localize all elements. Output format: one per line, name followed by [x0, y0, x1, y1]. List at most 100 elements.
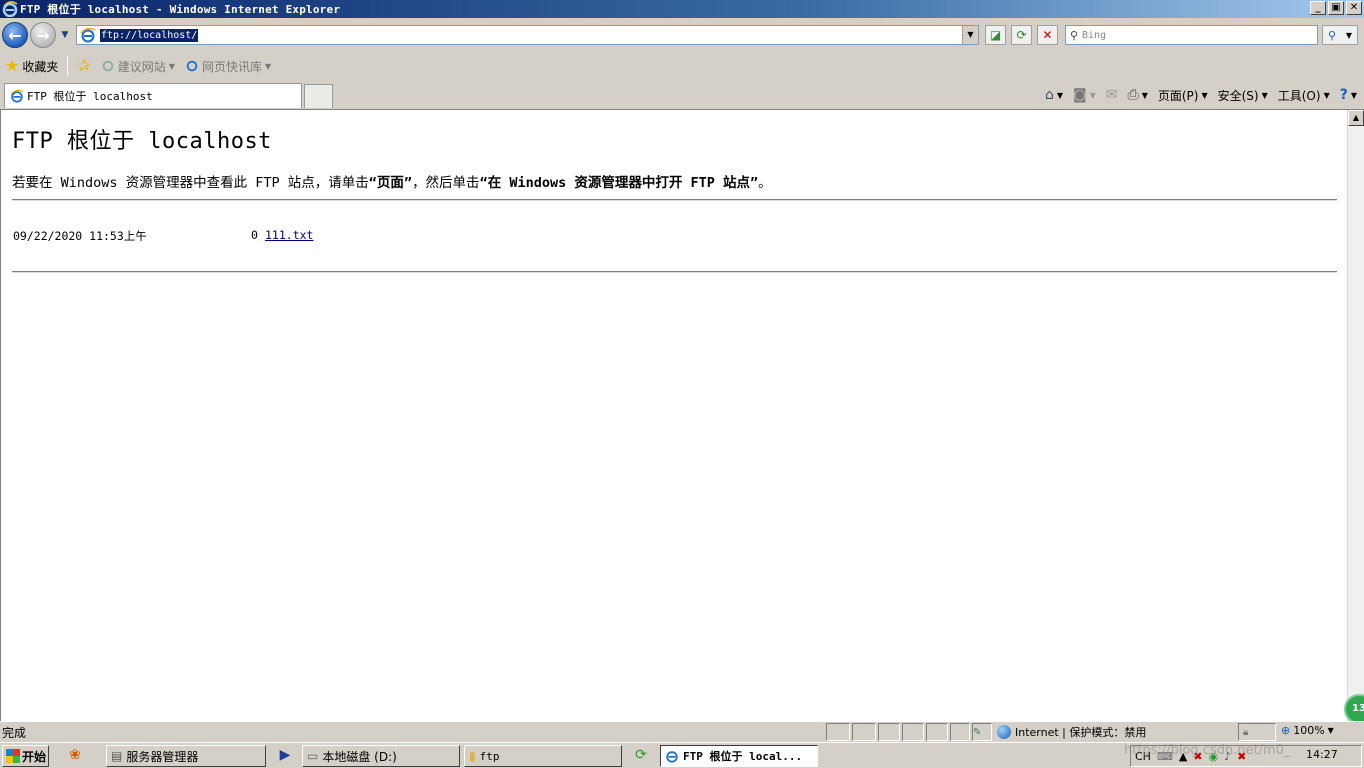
search-go-button[interactable]: ⚲ ▼	[1322, 25, 1358, 45]
favorites-separator	[67, 56, 69, 76]
instruction-middle: ，然后单击	[412, 175, 480, 191]
web-slice-gallery-button[interactable]: 网页快讯库 ▼	[180, 55, 276, 77]
tab-label: FTP 根位于 localhost	[27, 90, 153, 103]
search-field[interactable]: ⚲ Bing	[1065, 25, 1318, 45]
recent-pages-dropdown-icon[interactable]: ▼	[59, 30, 71, 40]
page-title: FTP 根位于 localhost	[12, 129, 272, 154]
search-options-dropdown-icon[interactable]: ▼	[1346, 31, 1352, 40]
taskbar-server-manager[interactable]: ▤ 服务器管理器	[106, 745, 266, 767]
forward-button[interactable]: →	[30, 22, 56, 48]
vertical-scrollbar[interactable]: ▲	[1347, 110, 1364, 721]
help-button[interactable]: ? ▼	[1337, 87, 1360, 103]
page-menu-label: 页面(P)	[1157, 88, 1199, 103]
suggested-sites-label: 建议网站	[117, 59, 166, 74]
status-panel	[852, 723, 876, 741]
file-list: 09/22/2020 11:53上午 0 111.txt	[12, 201, 1337, 271]
chevron-down-icon: ▼	[1056, 90, 1063, 100]
tab-bar: FTP 根位于 localhost ⌂ ▼ ◙ ▼ ✉ ⎙ ▼ 页面(P) ▼ 安全(S…	[0, 80, 1364, 109]
refresh-icon: ⟳	[1016, 28, 1027, 42]
lock-icon: 🔒︎	[1243, 727, 1249, 738]
read-mail-button[interactable]: ✉	[1103, 87, 1121, 103]
new-tab-button[interactable]	[304, 84, 333, 108]
tools-menu-label: 工具(O)	[1277, 88, 1321, 103]
window-title: FTP 根位于 localhost - Windows Internet Exp…	[20, 3, 341, 16]
address-field[interactable]: ftp://localhost/ ▼	[76, 25, 979, 45]
address-url[interactable]: ftp://localhost/	[100, 28, 199, 42]
stop-button[interactable]: ✕	[1037, 25, 1058, 45]
quick-launch-icon[interactable]: ❀	[66, 747, 84, 765]
add-to-favorites-bar-button[interactable]: ✰	[72, 55, 95, 77]
status-bar: 完成 ✎ Internet | 保护模式：禁用 🔒︎ ⊕ 100% ▼	[0, 721, 1364, 741]
chevron-down-icon: ▼	[1261, 90, 1268, 100]
powershell-glyph-icon: ▶	[279, 747, 291, 763]
page-menu-button[interactable]: 页面(P) ▼	[1155, 87, 1211, 104]
folder-icon: ▮	[469, 749, 476, 763]
zoom-icon: ⊕	[1281, 724, 1291, 737]
security-zone[interactable]: Internet | 保护模式：禁用	[997, 724, 1146, 740]
status-panel	[902, 723, 924, 741]
taskbar-ie-window[interactable]: FTP 根位于 local...	[660, 745, 818, 767]
status-panel	[950, 723, 970, 741]
zoom-control[interactable]: ⊕ 100% ▼	[1281, 724, 1334, 737]
page-viewport: FTP 根位于 localhost 若要在 Windows 资源管理器中查看此 …	[0, 109, 1364, 721]
search-icon: ⚲	[1069, 28, 1079, 42]
scroll-up-arrow-icon[interactable]: ▲	[1348, 110, 1364, 126]
file-link[interactable]: 111.txt	[265, 228, 313, 242]
safety-menu-button[interactable]: 安全(S) ▼	[1215, 87, 1271, 104]
add-favorite-icon: ✰	[77, 56, 91, 75]
close-window-button[interactable]: ✕	[1346, 1, 1362, 15]
navigation-bar: ← → ▼ ftp://localhost/ ▼ ◪ ⟳ ✕ ⚲ Bing ⚲ …	[0, 18, 1364, 52]
favorites-button[interactable]: ★ 收藏夹	[0, 55, 63, 77]
address-dropdown-icon[interactable]: ▼	[962, 26, 978, 44]
back-button[interactable]: ←	[2, 22, 28, 48]
ie-logo-icon	[2, 1, 18, 17]
colorful-app-icon: ❀	[69, 747, 81, 763]
maximize-button[interactable]: ▣	[1328, 1, 1344, 15]
instruction-open-term: “在 Windows 资源管理器中打开 FTP 站点”	[479, 175, 759, 191]
taskbar-label: FTP 根位于 local...	[683, 750, 803, 763]
status-panel	[826, 723, 850, 741]
bottom-divider	[12, 271, 1337, 273]
suggested-sites-button[interactable]: 建议网站 ▼	[96, 55, 180, 77]
home-button[interactable]: ⌂ ▼	[1042, 87, 1066, 103]
magnifier-icon: ⚲	[1327, 28, 1336, 42]
minimize-button[interactable]: _	[1310, 1, 1326, 15]
compat-icon: ◪	[989, 28, 1002, 42]
status-panel: ✎	[972, 723, 992, 741]
taskbar-ftp-folder[interactable]: ▮ ftp	[464, 745, 622, 767]
chevron-down-icon: ▼	[1201, 90, 1208, 100]
ftp-listing-page: FTP 根位于 localhost 若要在 Windows 资源管理器中查看此 …	[12, 123, 1337, 273]
green-cycle-icon: ⟳	[635, 747, 647, 763]
chevron-down-icon: ▼	[1323, 90, 1330, 100]
page-favicon-icon	[80, 27, 96, 43]
tab-ftp-localhost[interactable]: FTP 根位于 localhost	[4, 83, 302, 108]
refresh-app-icon[interactable]: ⟳	[632, 747, 650, 765]
instruction-text: 若要在 Windows 资源管理器中查看此 FTP 站点，请单击“页面”，然后单…	[12, 171, 1337, 191]
start-button[interactable]: 开始	[2, 745, 49, 767]
globe-icon	[997, 725, 1011, 739]
tools-menu-button[interactable]: 工具(O) ▼	[1275, 87, 1333, 104]
floating-badge[interactable]: 13	[1344, 694, 1364, 721]
status-panel	[878, 723, 900, 741]
chevron-down-icon: ▼	[1327, 726, 1334, 735]
refresh-button[interactable]: ⟳	[1011, 25, 1032, 45]
print-button[interactable]: ⎙ ▼	[1124, 87, 1150, 103]
instruction-prefix: 若要在 Windows 资源管理器中查看此 FTP 站点，请单击	[12, 175, 369, 191]
status-text: 完成	[2, 726, 27, 740]
compatibility-view-button[interactable]: ◪	[985, 25, 1006, 45]
feeds-button[interactable]: ◙ ▼	[1070, 87, 1099, 103]
ie-page-icon	[102, 60, 114, 72]
stop-icon: ✕	[1042, 28, 1053, 42]
taskbar-label: ftp	[479, 749, 500, 763]
title-bar: FTP 根位于 localhost - Windows Internet Exp…	[0, 0, 1364, 18]
taskbar-local-disk[interactable]: ▭ 本地磁盘 (D:)	[302, 745, 460, 767]
mail-icon: ✉	[1105, 87, 1118, 103]
favorites-label: 收藏夹	[22, 59, 59, 74]
security-status-button[interactable]: 🔒︎	[1238, 723, 1276, 741]
server-manager-icon: ▤	[111, 749, 123, 763]
ie-page-icon	[186, 60, 198, 72]
powershell-icon[interactable]: ▶	[276, 747, 294, 765]
help-icon: ?	[1339, 87, 1348, 103]
clock[interactable]: 14:27	[1306, 748, 1338, 761]
watermark: https://blog.csdn.net/m0_	[1124, 743, 1291, 758]
